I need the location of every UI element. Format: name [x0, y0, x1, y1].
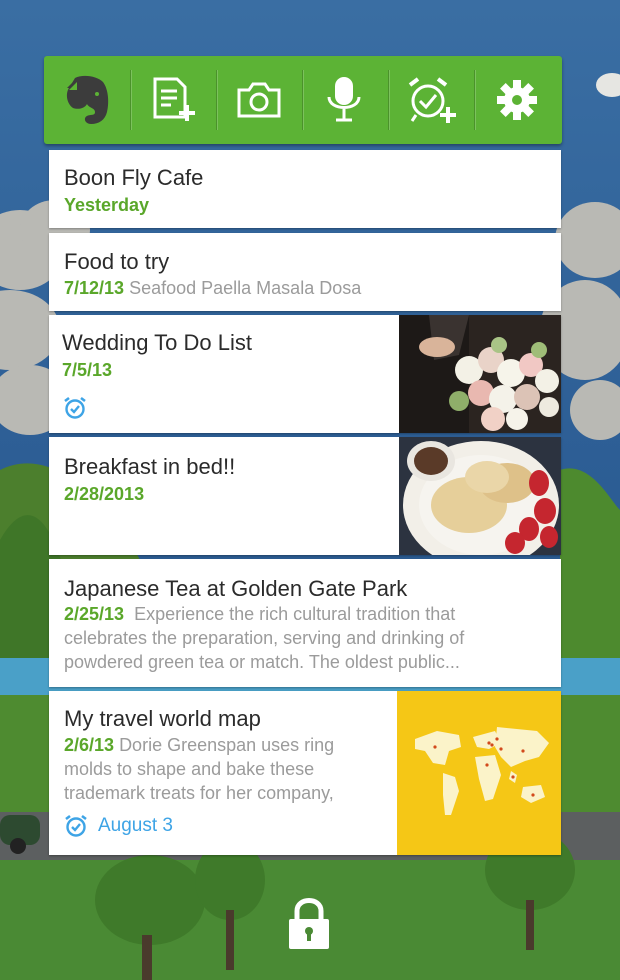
gear-icon — [497, 80, 537, 120]
camera-note-button[interactable] — [216, 56, 302, 144]
note-snippet: Experience the rich cultural tradition t… — [134, 604, 456, 624]
reminder-date: August 3 — [98, 815, 173, 836]
microphone-icon — [327, 77, 361, 122]
note-snippet-line: 2/25/13 Experience the rich cultural tra… — [64, 602, 464, 626]
note-date: 2/25/13 — [64, 604, 125, 624]
note-date: Yesterday — [64, 195, 150, 215]
note-snippet-line: powdered green tea or match. The oldest … — [64, 652, 460, 672]
note-snippet-line: trademark treats for her company, — [64, 783, 334, 803]
alarm-clock-add-icon — [408, 77, 456, 123]
note-meta: 2/25/13 Experience the rich cultural tra… — [64, 602, 464, 674]
new-text-note-button[interactable] — [130, 56, 216, 144]
pancakes-photo — [399, 437, 561, 555]
alarm-clock-icon — [64, 396, 86, 419]
note-snippet-line: celebrates the preparation, serving and … — [64, 628, 465, 648]
note-title: Boon Fly Cafe — [64, 165, 204, 190]
note-meta: Yesterday — [64, 193, 149, 217]
note-title: Japanese Tea at Golden Gate Park — [64, 576, 408, 601]
reminder-note-button[interactable] — [388, 56, 474, 144]
note-title: Breakfast in bed!! — [64, 454, 236, 479]
note-date: 2/28/2013 — [64, 484, 145, 504]
note-item[interactable]: Food to try 7/12/13 Seafood Paella Masal… — [49, 233, 561, 311]
note-title: Food to try — [64, 249, 170, 274]
note-date: 2/6/13 — [64, 735, 115, 755]
bouquet-photo — [399, 315, 561, 433]
note-title: My travel world map — [64, 706, 261, 731]
reminder-indicator — [63, 396, 87, 420]
note-item[interactable]: Boon Fly Cafe Yesterday — [49, 150, 561, 228]
audio-note-button[interactable] — [302, 56, 388, 144]
note-meta: 2/6/13 Dorie Greenspan uses ring molds t… — [64, 733, 334, 805]
settings-button[interactable] — [474, 56, 560, 144]
world-map — [397, 691, 561, 855]
note-date: 7/5/13 — [62, 360, 113, 380]
note-meta: 2/28/2013 — [64, 482, 144, 506]
note-snippet-line: molds to shape and bake these — [64, 759, 315, 779]
note-item[interactable]: Wedding To Do List 7/5/13 — [49, 315, 561, 433]
note-meta: 7/12/13 Seafood Paella Masala Dosa — [64, 276, 361, 300]
camera-icon — [237, 82, 281, 118]
widget-toolbar — [44, 56, 562, 144]
new-note-icon — [153, 77, 195, 121]
note-title: Wedding To Do List — [62, 330, 252, 355]
note-item[interactable]: My travel world map 2/6/13 Dorie Greensp… — [49, 691, 561, 855]
note-snippet: Dorie Greenspan uses ring — [119, 735, 335, 755]
lock-icon[interactable] — [287, 895, 331, 951]
evernote-logo-button[interactable] — [44, 56, 130, 144]
note-snippet-line: 2/6/13 Dorie Greenspan uses ring — [64, 733, 334, 757]
note-item[interactable]: Japanese Tea at Golden Gate Park 2/25/13… — [49, 559, 561, 687]
alarm-clock-icon — [65, 814, 87, 837]
reminder-indicator: August 3 — [64, 814, 173, 838]
note-item[interactable]: Breakfast in bed!! 2/28/2013 — [49, 437, 561, 555]
note-date: 7/12/13 — [64, 278, 125, 298]
note-snippet: Seafood Paella Masala Dosa — [129, 278, 362, 298]
evernote-elephant-icon — [66, 75, 109, 124]
note-meta: 7/5/13 — [62, 358, 112, 382]
